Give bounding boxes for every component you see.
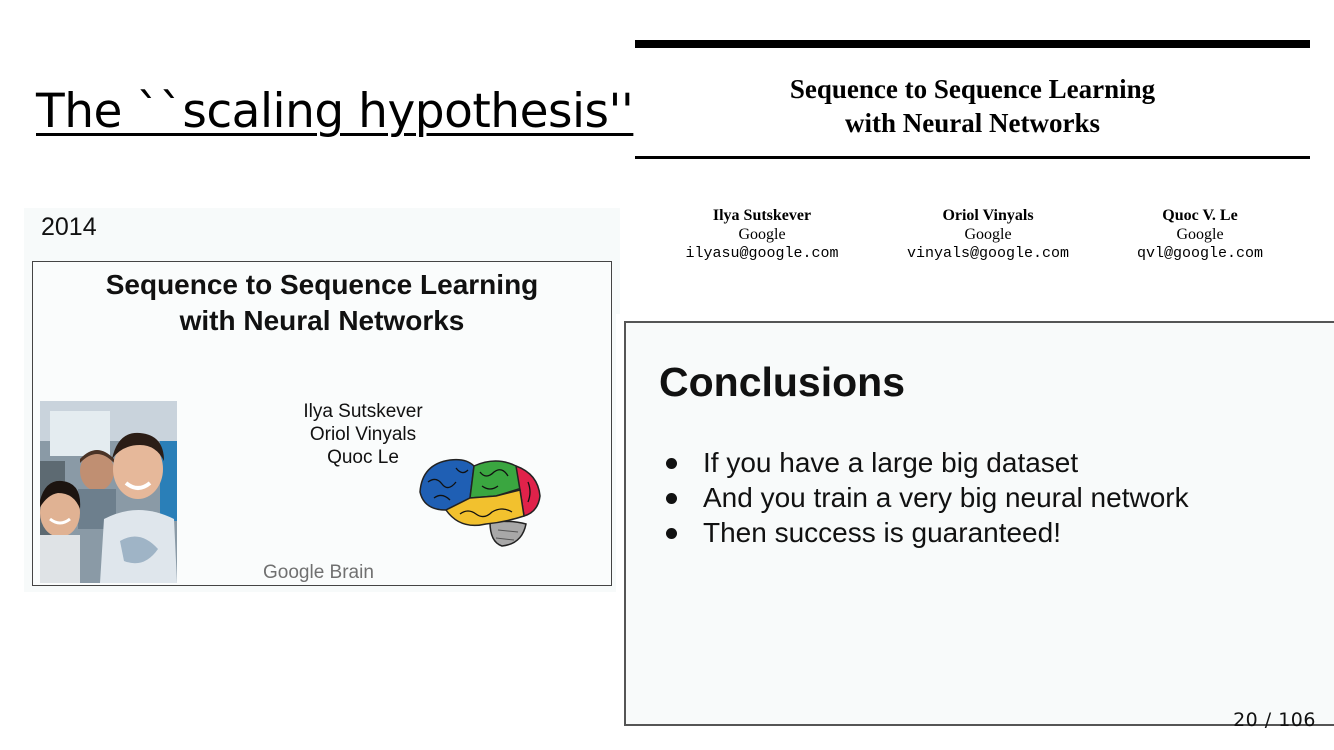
- conclusions-title: Conclusions: [659, 359, 906, 405]
- bullet-icon: [666, 528, 677, 539]
- paper-author-2: Oriol Vinyals Google vinyals@google.com: [868, 206, 1108, 263]
- title-bottom-rule: [635, 156, 1310, 159]
- author-name: Quoc V. Le: [1162, 207, 1238, 224]
- paper-title: Sequence to Sequence Learning with Neura…: [635, 72, 1310, 140]
- conclusions-panel: Conclusions If you have a large big data…: [616, 314, 1334, 744]
- paper-header: Sequence to Sequence Learning with Neura…: [635, 40, 1310, 290]
- bullet-icon: [666, 458, 677, 469]
- embedded-author-1: Ilya Sutskever: [303, 401, 423, 422]
- bullet-text: Then success is guaranteed!: [703, 517, 1061, 548]
- embedded-author-2: Oriol Vinyals: [309, 424, 417, 445]
- year-slide-panel: 2014 Sequence to Sequence Learning with …: [24, 208, 620, 592]
- paper-title-line-1: Sequence to Sequence Learning: [789, 74, 1156, 104]
- bullet-text: And you train a very big neural network: [703, 482, 1189, 513]
- authors-photo: [40, 401, 177, 583]
- author-org: Google: [1176, 226, 1224, 243]
- author-email: qvl@google.com: [1136, 245, 1264, 262]
- top-thick-rule: [635, 40, 1310, 48]
- paper-author-3: Quoc V. Le Google qvl@google.com: [1080, 206, 1320, 263]
- list-item: And you train a very big neural network: [666, 480, 1189, 515]
- list-item: Then success is guaranteed!: [666, 515, 1189, 550]
- embedded-title-line-2: with Neural Networks: [179, 305, 465, 336]
- embedded-title-line-1: Sequence to Sequence Learning: [105, 269, 539, 300]
- author-name: Oriol Vinyals: [942, 207, 1034, 224]
- affiliation-label: Google Brain: [263, 562, 374, 583]
- author-email: ilyasu@google.com: [685, 245, 839, 262]
- bullet-text: If you have a large big dataset: [703, 447, 1079, 478]
- paper-author-1: Ilya Sutskever Google ilyasu@google.com: [642, 206, 882, 263]
- list-item: If you have a large big dataset: [666, 445, 1189, 480]
- page-counter: 20 / 106: [1233, 709, 1316, 731]
- author-org: Google: [738, 226, 786, 243]
- slide-title: The ``scaling hypothesis'': [36, 84, 634, 139]
- paper-title-line-2: with Neural Networks: [845, 108, 1100, 138]
- embedded-slide-title: Sequence to Sequence Learning with Neura…: [33, 267, 611, 339]
- author-org: Google: [964, 226, 1012, 243]
- brain-icon: [416, 452, 544, 557]
- author-email: vinyals@google.com: [906, 245, 1070, 262]
- conclusions-bullet-list: If you have a large big dataset And you …: [666, 445, 1189, 550]
- conclusions-slide: Conclusions If you have a large big data…: [624, 321, 1334, 726]
- bullet-icon: [666, 493, 677, 504]
- embedded-paper-slide: Sequence to Sequence Learning with Neura…: [32, 261, 612, 586]
- author-name: Ilya Sutskever: [712, 207, 812, 224]
- year-label: 2014: [41, 213, 97, 241]
